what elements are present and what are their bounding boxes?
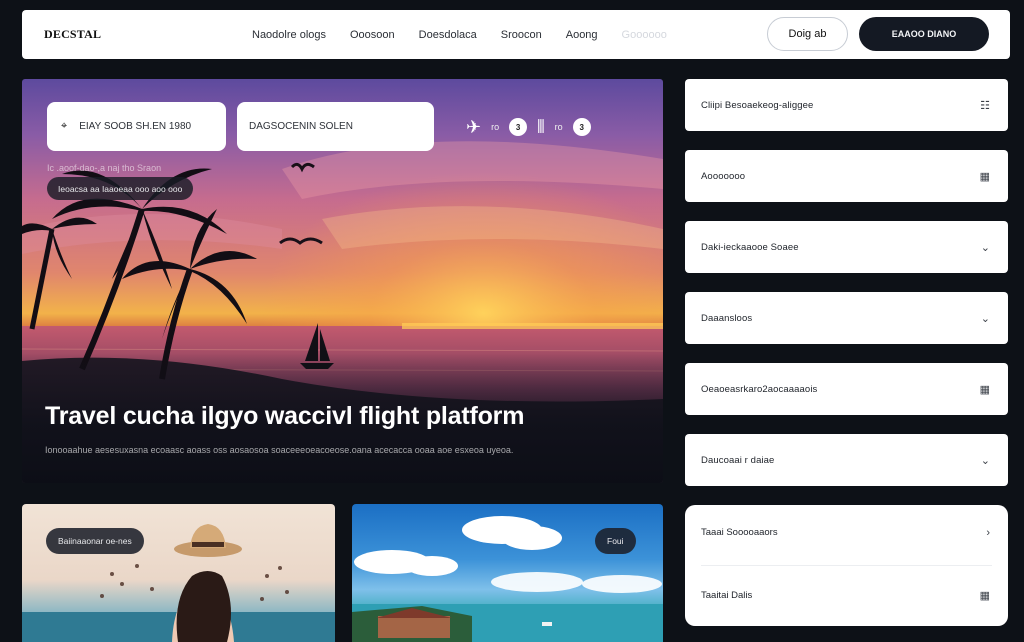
location-icon: ⌖ xyxy=(61,120,68,132)
sidebar-item-label: Daucoaai r daiae xyxy=(701,454,775,466)
passenger-count-badge[interactable]: 3 xyxy=(509,118,528,136)
chevron-down-icon: ⌄ xyxy=(980,454,990,467)
chevron-down-icon: ⌄ xyxy=(980,312,990,325)
main-nav: Naodolre ologs Ooosoon Doesdolaca Srooco… xyxy=(252,10,667,59)
sidebar-item-1[interactable]: Cliipi Besoaekeog-aliggee ☷ xyxy=(685,79,1008,131)
sidebar-item-label: Aooooooo xyxy=(701,170,746,182)
sidebar-item-4[interactable]: Daaansloos ⌄ xyxy=(685,292,1008,344)
top-navbar: DECSTAL Naodolre ologs Ooosoon Doesdolac… xyxy=(22,10,1010,59)
sidebar-item-3[interactable]: Daki-ieckaaooe Soaee ⌄ xyxy=(685,221,1008,273)
card-2-chip[interactable]: Foui xyxy=(595,528,636,554)
hero-description: Ionooaahue aesesuxasna ecoaasc aoass oss… xyxy=(45,445,514,455)
hero-title: Travel cucha ilgyo waccivl flight platfo… xyxy=(45,402,525,430)
nav-item-2[interactable]: Ooosoon xyxy=(350,29,395,41)
search-to-placeholder: DAGSOCENIN SOLEN xyxy=(249,121,353,132)
sidebar-item-label: Oeaoeasrkaro2aocaaaaois xyxy=(701,383,818,395)
calendar-icon: ▦ xyxy=(979,383,990,396)
sidebar-card-label: Taaai Sooooaaors xyxy=(701,527,778,538)
destination-card-2[interactable]: Foui xyxy=(352,504,663,642)
cta-button[interactable]: EAAOO DIANO xyxy=(859,17,989,51)
bag-count-badge[interactable]: 3 xyxy=(572,118,591,136)
search-to-input[interactable]: DAGSOCENIN SOLEN xyxy=(237,102,434,151)
sidebar-card-row-1[interactable]: Taaai Sooooaaors › xyxy=(685,505,1008,560)
hero-quick-actions: ✈ ro 3 ⫴ ro 3 xyxy=(466,115,591,139)
grid-icon: ☷ xyxy=(980,99,990,112)
search-from-input[interactable]: ⌖ EIAY SOOB SH.EN 1980 xyxy=(47,102,226,151)
luggage-icon[interactable]: ⫴ xyxy=(537,117,545,138)
plane-icon[interactable]: ✈ xyxy=(466,117,481,138)
sidebar-item-label: Daki-ieckaaooe Soaee xyxy=(701,241,799,253)
chevron-down-icon: ⌄ xyxy=(980,241,990,254)
nav-item-5[interactable]: Aoong xyxy=(566,29,598,41)
sidebar-card: Taaai Sooooaaors › Taaitai Dalis ▦ xyxy=(685,505,1008,626)
hero-banner: ⌖ EIAY SOOB SH.EN 1980 DAGSOCENIN SOLEN … xyxy=(22,79,663,483)
sidebar-card-row-2[interactable]: Taaitai Dalis ▦ xyxy=(685,568,1008,623)
plane-icon-label: ro xyxy=(491,122,500,132)
sidebar-card-divider xyxy=(701,565,992,566)
sidebar-item-label: Daaansloos xyxy=(701,312,753,324)
login-button[interactable]: Doig ab xyxy=(767,17,848,51)
nav-item-1[interactable]: Naodolre ologs xyxy=(252,29,326,41)
sidebar-item-5[interactable]: Oeaoeasrkaro2aocaaaaois ▦ xyxy=(685,363,1008,415)
nav-item-3[interactable]: Doesdolaca xyxy=(419,29,477,41)
destination-card-1[interactable]: Baiinaaonar oe-nes xyxy=(22,504,335,642)
search-from-placeholder: EIAY SOOB SH.EN 1980 xyxy=(79,121,192,132)
chevron-right-icon: › xyxy=(986,526,990,539)
traveler-photo xyxy=(22,524,335,642)
hero-filter-pill[interactable]: Ieoacsa aa Iaaoeaa ooo aoo ooo xyxy=(47,177,194,200)
brand-logo[interactable]: DECSTAL xyxy=(44,27,101,42)
calendar-icon: ▦ xyxy=(979,590,990,602)
nav-item-4[interactable]: Sroocon xyxy=(501,29,542,41)
sidebar-item-2[interactable]: Aooooooo ▦ xyxy=(685,150,1008,202)
hero-sub-line: Ic .aoof-dao-,a naj tho Sraon xyxy=(47,163,162,173)
calendar-icon: ▦ xyxy=(979,170,990,183)
sidebar-item-6[interactable]: Daucoaai r daiae ⌄ xyxy=(685,434,1008,486)
sidebar-item-label: Cliipi Besoaekeog-aliggee xyxy=(701,99,814,111)
luggage-icon-label: ro xyxy=(554,122,563,132)
card-1-chip[interactable]: Baiinaaonar oe-nes xyxy=(46,528,144,554)
sidebar-card-label: Taaitai Dalis xyxy=(701,590,753,601)
coastline-photo xyxy=(352,516,663,642)
nav-item-6[interactable]: Goooooo xyxy=(622,29,667,41)
